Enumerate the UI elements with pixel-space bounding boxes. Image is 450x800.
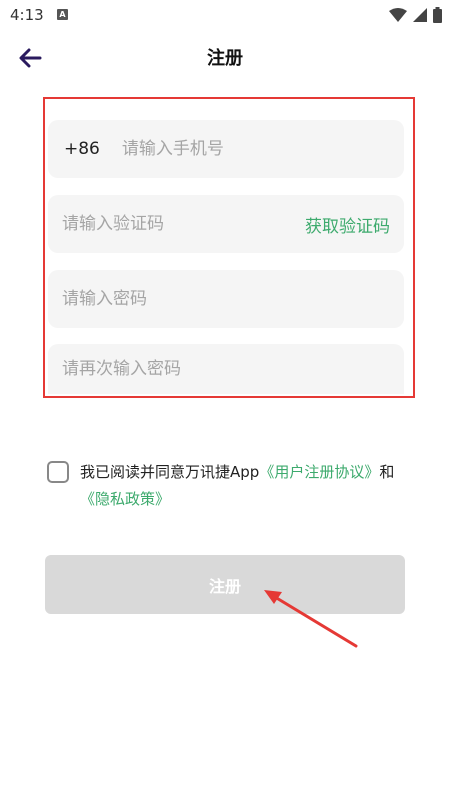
phone-input[interactable] bbox=[121, 139, 404, 159]
status-icons bbox=[389, 7, 442, 23]
agreement-and-text: 和 bbox=[379, 463, 395, 481]
wifi-icon bbox=[389, 8, 407, 22]
agreement-text: 我已阅读并同意万讯捷App《用户注册协议》和《隐私政策》 bbox=[80, 459, 400, 513]
agreement-prefix-text: 我已阅读并同意万讯捷App bbox=[80, 463, 260, 481]
confirm-password-input[interactable] bbox=[62, 359, 404, 379]
agreement-checkbox[interactable] bbox=[47, 461, 69, 483]
user-agreement-link[interactable]: 《用户注册协议》 bbox=[259, 463, 379, 481]
confirm-password-field bbox=[48, 344, 404, 394]
signal-icon bbox=[413, 8, 427, 22]
register-screen: 4:13 A 注册 +86 获取 bbox=[0, 0, 450, 800]
battery-icon bbox=[433, 7, 442, 23]
password-field bbox=[48, 270, 404, 328]
page-title: 注册 bbox=[207, 48, 243, 69]
phone-field: +86 bbox=[48, 120, 404, 178]
password-input[interactable] bbox=[62, 289, 404, 309]
phone-prefix[interactable]: +86 bbox=[64, 139, 100, 159]
privacy-policy-link[interactable]: 《隐私政策》 bbox=[80, 490, 170, 508]
register-button[interactable]: 注册 bbox=[45, 555, 405, 614]
verification-code-input[interactable] bbox=[62, 214, 305, 234]
notification-icon: A bbox=[57, 9, 68, 20]
verification-code-field: 获取验证码 bbox=[48, 195, 404, 253]
status-bar: 4:13 A bbox=[0, 0, 450, 32]
header: 注册 bbox=[0, 32, 450, 84]
status-time: 4:13 bbox=[10, 6, 44, 24]
get-code-button[interactable]: 获取验证码 bbox=[305, 212, 390, 237]
